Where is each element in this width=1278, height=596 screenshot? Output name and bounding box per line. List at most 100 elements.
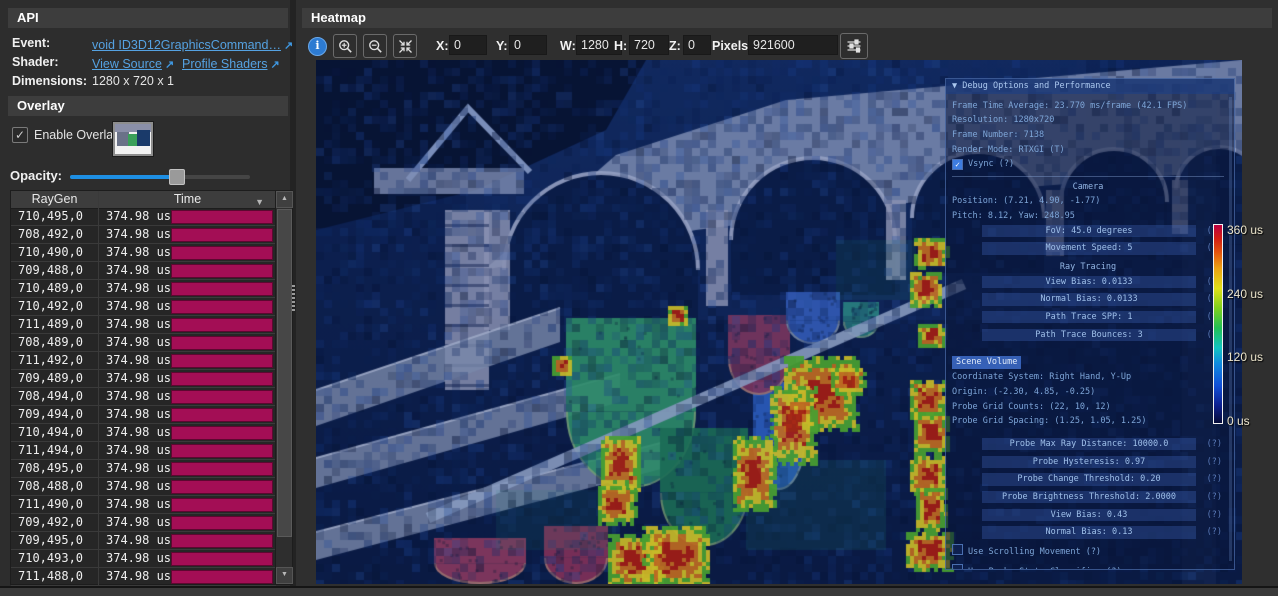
table-row[interactable]: 711,494,0 374.98 us xyxy=(11,442,276,460)
view-source-link[interactable]: View Source↗ xyxy=(92,55,174,73)
raygen-table-body: 710,495,0 374.98 us 708,492,0 374.98 us … xyxy=(11,208,276,584)
splitter-grip[interactable] xyxy=(292,285,295,311)
raygen-column-header[interactable]: RayGen xyxy=(11,191,99,208)
table-row[interactable]: 711,490,0 374.98 us xyxy=(11,496,276,514)
opacity-slider-handle[interactable] xyxy=(169,169,185,185)
table-row[interactable]: 708,489,0 374.98 us xyxy=(11,334,276,352)
raygen-cell: 711,492,0 xyxy=(11,352,99,369)
overlay-text-line: Frame Time Average: 23.770 ms/frame (42.… xyxy=(952,100,1224,112)
zoom-out-icon xyxy=(368,39,383,54)
table-row[interactable]: 709,495,0 374.98 us xyxy=(11,532,276,550)
table-row[interactable]: 710,495,0 374.98 us xyxy=(11,208,276,226)
table-row[interactable]: 708,494,0 374.98 us xyxy=(11,388,276,406)
table-row[interactable]: 710,494,0 374.98 us xyxy=(11,424,276,442)
info-icon[interactable]: i xyxy=(308,37,327,56)
overlay-slider-row: View Bias: 0.43(?) xyxy=(982,509,1196,521)
enable-overlay-checkbox[interactable]: ✓ xyxy=(12,127,28,143)
y-input[interactable] xyxy=(509,35,547,55)
panel-splitter[interactable] xyxy=(289,0,297,596)
time-bar xyxy=(171,516,273,530)
h-label: H: xyxy=(614,39,627,53)
table-row[interactable]: 709,494,0 374.98 us xyxy=(11,406,276,424)
raygen-cell: 708,488,0 xyxy=(11,478,99,495)
table-row[interactable]: 711,492,0 374.98 us xyxy=(11,352,276,370)
time-cell: 374.98 us xyxy=(99,460,276,477)
table-row[interactable]: 708,488,0 374.98 us xyxy=(11,478,276,496)
overlay-slider-row: Probe Max Ray Distance: 10000.0(?) xyxy=(982,438,1196,450)
table-row[interactable]: 710,490,0 374.98 us xyxy=(11,244,276,262)
fit-to-window-icon xyxy=(398,39,413,54)
table-row[interactable]: 709,488,0 374.98 us xyxy=(11,262,276,280)
opacity-slider[interactable] xyxy=(70,175,250,179)
table-row[interactable]: 711,489,0 374.98 us xyxy=(11,316,276,334)
event-label: Event: xyxy=(12,36,50,50)
raygen-cell: 711,490,0 xyxy=(11,496,99,513)
time-bar xyxy=(171,210,273,224)
table-row[interactable]: 710,489,0 374.98 us xyxy=(11,280,276,298)
pixels-input[interactable] xyxy=(748,35,838,55)
raygen-cell: 711,489,0 xyxy=(11,316,99,333)
table-row[interactable]: 709,492,0 374.98 us xyxy=(11,514,276,532)
overlay-text-line: Origin: (-2.30, 4.85, -0.25) xyxy=(952,386,1224,398)
overlay-section-header-line: Ray Tracing xyxy=(952,261,1224,273)
external-link-icon: ↗ xyxy=(270,58,279,71)
table-row[interactable]: 710,492,0 374.98 us xyxy=(11,298,276,316)
time-cell: 374.98 us xyxy=(99,334,276,351)
raygen-cell: 708,494,0 xyxy=(11,388,99,405)
zoom-in-button[interactable] xyxy=(333,34,357,58)
overlay-slider-row: Normal Bias: 0.0133(?) xyxy=(982,293,1196,305)
overlay-checkbox-icon xyxy=(952,544,963,555)
raygen-table-header: RayGen Time ▼ xyxy=(11,191,292,209)
time-bar xyxy=(171,480,273,494)
time-cell: 374.98 us xyxy=(99,298,276,315)
raygen-cell: 710,494,0 xyxy=(11,424,99,441)
overlay-section-title: Overlay xyxy=(17,98,65,113)
time-bar xyxy=(171,552,273,566)
raygen-cell: 709,494,0 xyxy=(11,406,99,423)
time-cell: 374.98 us xyxy=(99,280,276,297)
time-value: 374.98 us xyxy=(106,388,171,405)
overlay-text-line: Position: (7.21, 4.90, -1.77) xyxy=(952,195,1224,207)
time-value: 374.98 us xyxy=(106,370,171,387)
x-input[interactable] xyxy=(449,35,487,55)
time-bar xyxy=(171,228,273,242)
table-row[interactable]: 708,495,0 374.98 us xyxy=(11,460,276,478)
w-label: W: xyxy=(560,39,576,53)
overlay-slider-row: View Bias: 0.0133(?) xyxy=(982,276,1196,288)
help-hint: (?) xyxy=(1207,438,1222,450)
time-bar xyxy=(171,264,273,278)
enable-overlay-label: Enable Overlay xyxy=(34,128,119,142)
profile-shaders-link[interactable]: Profile Shaders↗ xyxy=(182,55,280,73)
time-value: 374.98 us xyxy=(106,352,171,369)
overlay-slider-row: Normal Bias: 0.13(?) xyxy=(982,526,1196,538)
time-value: 374.98 us xyxy=(106,280,171,297)
raygen-cell: 709,488,0 xyxy=(11,262,99,279)
heatmap-color-scale xyxy=(1213,224,1223,424)
api-section-title: API xyxy=(17,10,39,25)
time-value: 374.98 us xyxy=(106,298,171,315)
table-row[interactable]: 709,489,0 374.98 us xyxy=(11,370,276,388)
time-bar xyxy=(171,444,273,458)
table-row[interactable]: 708,492,0 374.98 us xyxy=(11,226,276,244)
table-row[interactable]: 710,493,0 374.98 us xyxy=(11,550,276,568)
time-bar xyxy=(171,300,273,314)
overlay-slider-row: Path Trace SPP: 1(?) xyxy=(982,311,1196,323)
overlay-thumbnail[interactable] xyxy=(113,122,153,156)
time-cell: 374.98 us xyxy=(99,568,276,585)
z-input[interactable] xyxy=(683,35,711,55)
fit-to-window-button[interactable] xyxy=(393,34,417,58)
time-value: 374.98 us xyxy=(106,478,171,495)
raygen-cell: 709,495,0 xyxy=(11,532,99,549)
time-cell: 374.98 us xyxy=(99,550,276,567)
time-column-header[interactable]: Time ▼ xyxy=(99,191,276,208)
table-row[interactable]: 711,488,0 374.98 us xyxy=(11,568,276,586)
overlay-checkbox-icon: ✓ xyxy=(952,159,963,170)
debug-overlay-window: ▼ Debug Options and Performance Frame Ti… xyxy=(945,78,1235,570)
heatmap-settings-button[interactable] xyxy=(840,33,868,59)
zoom-out-button[interactable] xyxy=(363,34,387,58)
h-input[interactable] xyxy=(629,35,669,55)
event-link[interactable]: void ID3D12GraphicsCommand…↗ xyxy=(92,36,293,54)
raygen-cell: 711,488,0 xyxy=(11,568,99,585)
raygen-cell: 709,489,0 xyxy=(11,370,99,387)
overlay-text-line: Coordinate System: Right Hand, Y-Up xyxy=(952,371,1224,383)
